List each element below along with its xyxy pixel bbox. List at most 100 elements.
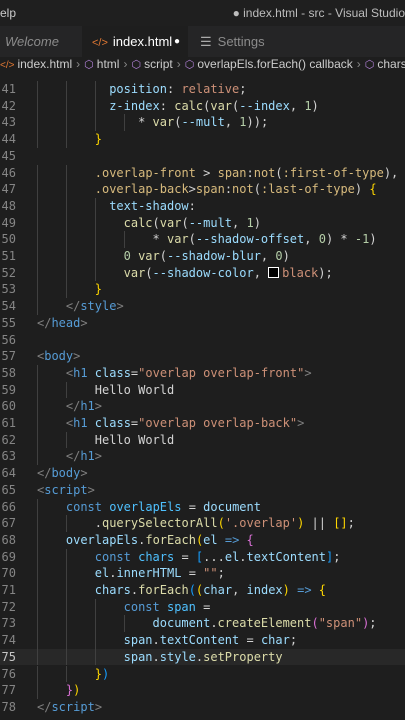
code-line[interactable]: 47 .overlap-back>span:not(:last-of-type) … <box>0 181 405 198</box>
line-number[interactable]: 51 <box>0 248 16 265</box>
menu-help[interactable]: elp <box>0 6 16 20</box>
code-editor[interactable]: 41 position: relative; 42 z-index: calc(var… <box>0 78 405 720</box>
line-number[interactable]: 72 <box>0 599 16 616</box>
indent-guide <box>37 264 38 282</box>
code-line[interactable]: 42 z-index: calc(var(--index, 1) <box>0 97 405 115</box>
code-token: const <box>65 499 110 514</box>
code-line[interactable]: 64 </body> <box>0 465 405 482</box>
code-line[interactable]: 74 span.textContent = char; <box>0 632 405 649</box>
line-number[interactable]: 46 <box>0 165 16 182</box>
breadcrumb-item-file[interactable]: index.html <box>17 57 72 71</box>
code-line[interactable]: 69 const chars = [...el.textContent]; <box>0 548 405 566</box>
line-number[interactable]: 57 <box>0 348 16 365</box>
code-line[interactable]: 48 text-shadow: <box>0 197 405 215</box>
line-number[interactable]: 68 <box>0 532 16 549</box>
code-line[interactable]: 55 </head> <box>0 315 405 332</box>
code-line[interactable]: 60 </h1> <box>0 398 405 415</box>
code-line[interactable]: 46 .overlap-front > span:not(:first-of-ty… <box>0 164 405 182</box>
line-number[interactable]: 50 <box>0 231 16 248</box>
line-number[interactable]: 60 <box>0 398 16 415</box>
code-line[interactable]: 73 document.createElement("span"); <box>0 615 405 633</box>
line-number[interactable]: 62 <box>0 432 16 449</box>
indent-guide <box>37 381 38 399</box>
line-number[interactable]: 58 <box>0 365 16 382</box>
code-line[interactable]: 49 calc(var(--mult, 1) <box>0 214 405 232</box>
code-line[interactable]: 52 var(--shadow-color, black); <box>0 264 405 282</box>
code-line[interactable]: 62 Hello World <box>0 431 405 449</box>
code-line[interactable]: 56 <box>0 332 405 349</box>
tab-settings[interactable]: ☰ Settings <box>200 26 280 57</box>
code-line[interactable]: 51 0 var(--shadow-blur, 0) <box>0 248 405 265</box>
breadcrumb-item-chars[interactable]: chars.f <box>377 57 405 71</box>
line-number[interactable]: 55 <box>0 315 16 332</box>
line-number[interactable]: 41 <box>0 81 16 98</box>
line-number[interactable]: 53 <box>0 281 16 298</box>
color-swatch[interactable] <box>268 266 280 278</box>
code-line[interactable]: 78 </script> <box>0 699 405 716</box>
unsaved-dot-icon[interactable]: ● <box>174 26 180 57</box>
code-line[interactable]: 72 const span = <box>0 598 405 616</box>
tab-index-html[interactable]: </> index.html ● <box>82 26 188 57</box>
line-number[interactable]: 64 <box>0 465 16 482</box>
code-line[interactable]: 75 span.style.setProperty <box>0 648 405 666</box>
line-number[interactable]: 70 <box>0 565 16 582</box>
line-number[interactable]: 43 <box>0 114 16 131</box>
code-line[interactable]: 70 el.innerHTML = ""; <box>0 565 405 582</box>
code-text: .querySelectorAll('.overlap') || []; <box>95 515 355 532</box>
code-line[interactable]: 59 Hello World <box>0 381 405 399</box>
line-number[interactable]: 65 <box>0 482 16 499</box>
code-line[interactable]: 57 <body> <box>0 348 405 365</box>
code-token: span <box>217 165 247 180</box>
code-line[interactable]: 71 chars.forEach((char, index) => { <box>0 582 405 599</box>
line-number[interactable]: 48 <box>0 198 16 215</box>
line-number[interactable]: 66 <box>0 499 16 516</box>
code-token: el <box>203 532 218 547</box>
line-number[interactable]: 71 <box>0 582 16 599</box>
lines-icon: ☰ <box>200 34 212 49</box>
code-line[interactable]: 44} <box>0 131 405 148</box>
line-number[interactable]: 49 <box>0 215 16 232</box>
tab-welcome[interactable]: Welcome <box>0 26 85 57</box>
code-line[interactable]: 53} <box>0 281 405 299</box>
code-line[interactable]: 54 </style> <box>0 298 405 315</box>
code-line[interactable]: 66 const overlapEls = document <box>0 498 405 516</box>
code-line[interactable]: 68 overlapEls.forEach(el => { <box>0 531 405 549</box>
code-line[interactable]: 43 * var(--mult, 1)); <box>0 114 405 132</box>
line-number[interactable]: 45 <box>0 148 16 165</box>
line-number[interactable]: 44 <box>0 131 16 148</box>
indent-guide <box>94 648 96 666</box>
line-number[interactable]: 54 <box>0 298 16 315</box>
code-line[interactable]: 67 .querySelectorAll('.overlap') || []; <box>0 515 405 532</box>
line-number[interactable]: 78 <box>0 699 16 716</box>
line-number[interactable]: 52 <box>0 265 16 282</box>
line-number[interactable]: 56 <box>0 332 16 349</box>
code-line[interactable]: 65 <script> <box>0 482 405 499</box>
breadcrumb-item-html[interactable]: html <box>97 57 120 71</box>
line-number[interactable]: 76 <box>0 666 16 683</box>
breadcrumb-item-callback[interactable]: overlapEls.forEach() callback <box>197 57 352 71</box>
code-token: h1 <box>73 365 88 380</box>
line-number[interactable]: 77 <box>0 682 16 699</box>
code-token: 0 <box>318 232 326 247</box>
line-number[interactable]: 69 <box>0 549 16 566</box>
line-number[interactable]: 63 <box>0 448 16 465</box>
code-line[interactable]: 76}) <box>0 665 405 683</box>
code-line[interactable]: 41 position: relative; <box>0 81 405 98</box>
line-number[interactable]: 42 <box>0 98 16 115</box>
line-number[interactable]: 75 <box>0 649 16 666</box>
line-number[interactable]: 47 <box>0 181 16 198</box>
code-line[interactable]: 45 <box>0 148 405 165</box>
line-number[interactable]: 59 <box>0 382 16 399</box>
line-number[interactable]: 61 <box>0 415 16 432</box>
code-token: overlapEls <box>65 532 139 547</box>
code-line[interactable]: 63 </h1> <box>0 448 405 466</box>
code-line[interactable]: 50 * var(--shadow-offset, 0) * -1) <box>0 231 405 248</box>
line-number[interactable]: 74 <box>0 632 16 649</box>
line-number[interactable]: 73 <box>0 615 16 632</box>
indent-guide <box>65 598 67 616</box>
line-number[interactable]: 67 <box>0 515 16 532</box>
code-line[interactable]: 61 <h1 class="overlap overlap-back"> <box>0 415 405 432</box>
code-line[interactable]: 77}) <box>0 682 405 699</box>
breadcrumb-item-script[interactable]: script <box>144 57 173 71</box>
code-line[interactable]: 58 <h1 class="overlap overlap-front"> <box>0 364 405 382</box>
